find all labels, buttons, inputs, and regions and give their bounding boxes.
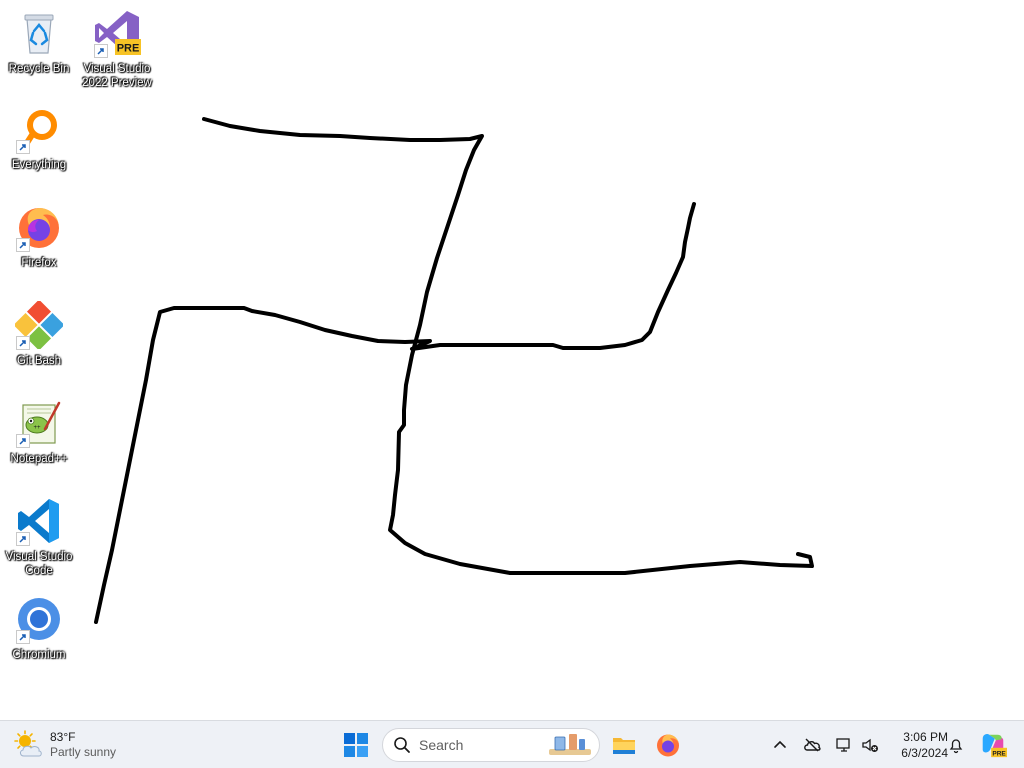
file-explorer-icon — [613, 738, 635, 754]
shortcut-arrow-icon — [16, 434, 30, 448]
bell-icon — [949, 739, 963, 754]
desktop-icon-label: Visual Studio Code — [5, 551, 73, 577]
shortcut-arrow-icon — [16, 140, 30, 154]
desktop[interactable]: Recycle Bin PRE Visual Studio 2022 Previ… — [0, 0, 1024, 720]
windows-start-icon — [344, 733, 368, 757]
vscode-icon — [14, 496, 64, 546]
desktop-icon-recycle-bin[interactable]: Recycle Bin — [0, 8, 78, 76]
shortcut-arrow-icon — [94, 44, 108, 58]
desktop-icon-notepad-plus-plus[interactable]: ++ Notepad++ — [0, 398, 78, 466]
taskbar-firefox[interactable] — [650, 727, 686, 763]
chevron-up-icon — [774, 740, 786, 748]
freehand-drawing — [94, 117, 814, 624]
search-highlight-illustration-icon — [549, 734, 591, 755]
clock-button[interactable]: 3:06 PM 6/3/2024 — [884, 729, 948, 761]
search-icon — [394, 737, 410, 753]
show-hidden-icons-button[interactable] — [768, 733, 792, 757]
shortcut-arrow-icon — [16, 238, 30, 252]
desktop-icon-label: Everything — [11, 159, 67, 171]
clock-date: 6/3/2024 — [901, 746, 948, 760]
search-placeholder: Search — [419, 737, 464, 753]
desktop-icon-label: Visual Studio 2022 Preview — [82, 63, 152, 89]
network-tray-button[interactable] — [832, 733, 856, 757]
weather-condition: Partly sunny — [50, 745, 117, 759]
svg-text:PRE: PRE — [992, 750, 1006, 757]
desktop-icon-everything[interactable]: Everything — [0, 104, 78, 172]
copilot-button[interactable]: PRE — [978, 730, 1008, 760]
shortcut-arrow-icon — [16, 336, 30, 350]
git-bash-icon — [14, 300, 64, 350]
desktop-icon-label: Chromium — [12, 649, 66, 661]
recycle-bin-icon — [14, 8, 64, 58]
clock-time: 3:06 PM — [903, 730, 948, 744]
taskbar-file-explorer[interactable] — [606, 727, 642, 763]
everything-search-icon — [14, 104, 64, 154]
desktop-icon-label: Git Bash — [16, 355, 62, 367]
start-button[interactable] — [338, 727, 374, 763]
weather-temperature: 83°F — [50, 730, 76, 744]
firefox-icon — [657, 734, 679, 757]
taskbar-search-box[interactable]: Search — [382, 728, 600, 762]
shortcut-arrow-icon — [16, 532, 30, 546]
chromium-icon — [14, 594, 64, 644]
desktop-icon-vscode[interactable]: Visual Studio Code — [0, 496, 78, 578]
desktop-icon-firefox[interactable]: Firefox — [0, 202, 78, 270]
notifications-button[interactable] — [944, 733, 968, 757]
stroke-2 — [94, 202, 696, 624]
visual-studio-preview-icon: PRE — [92, 8, 142, 58]
svg-text:PRE: PRE — [117, 43, 140, 55]
shortcut-arrow-icon — [16, 630, 30, 644]
svg-text:++: ++ — [33, 425, 41, 431]
network-icon — [836, 738, 850, 752]
taskbar: 83°F Partly sunny Search 3:06 PM 6/3/202… — [0, 720, 1024, 768]
volume-tray-button[interactable] — [858, 733, 882, 757]
desktop-icon-git-bash[interactable]: Git Bash — [0, 300, 78, 368]
desktop-icon-chromium[interactable]: Chromium — [0, 594, 78, 662]
volume-muted-icon — [862, 738, 878, 752]
desktop-icon-visual-studio-preview[interactable]: PRE Visual Studio 2022 Preview — [78, 8, 156, 90]
desktop-icon-label: Firefox — [21, 257, 57, 269]
weather-widget[interactable]: 83°F Partly sunny — [14, 727, 116, 763]
partly-sunny-icon — [14, 730, 42, 757]
firefox-icon — [14, 202, 64, 252]
copilot-preview-icon: PRE — [982, 734, 1007, 757]
desktop-icon-label: Notepad++ — [10, 453, 68, 465]
onedrive-tray-button[interactable] — [800, 733, 824, 757]
onedrive-icon — [804, 738, 821, 752]
notepad-plus-plus-icon: ++ — [14, 398, 64, 448]
desktop-icon-label: Recycle Bin — [8, 63, 70, 75]
